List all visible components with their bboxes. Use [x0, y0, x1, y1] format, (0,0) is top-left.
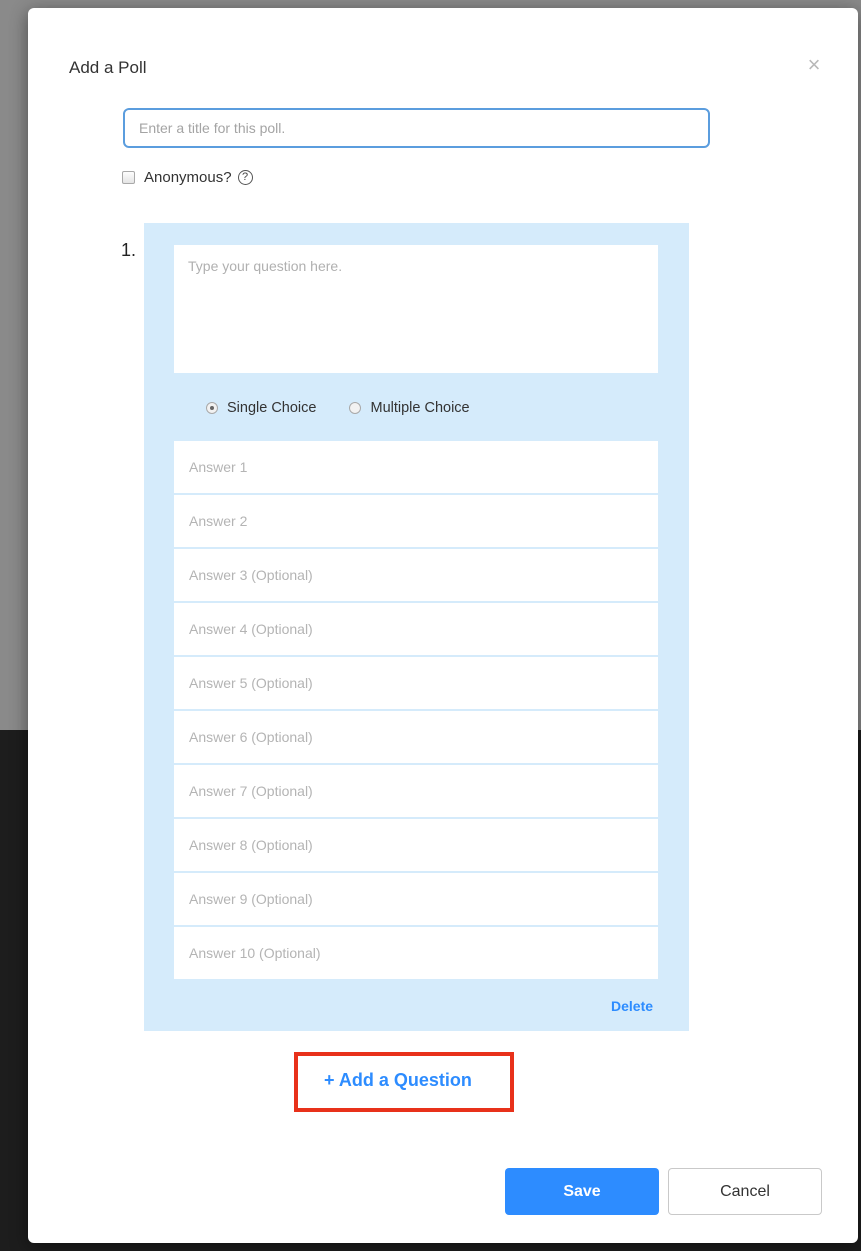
answer-input-6[interactable]: [174, 711, 658, 763]
answer-input-4[interactable]: [174, 603, 658, 655]
answer-input-5[interactable]: [174, 657, 658, 709]
close-icon[interactable]: ×: [802, 54, 826, 78]
answer-input-8[interactable]: [174, 819, 658, 871]
cancel-button[interactable]: Cancel: [668, 1168, 822, 1215]
delete-question-link[interactable]: Delete: [611, 998, 653, 1014]
poll-title-input[interactable]: [123, 108, 710, 148]
multiple-choice-radio[interactable]: [349, 402, 362, 414]
save-button[interactable]: Save: [505, 1168, 659, 1215]
answer-input-10[interactable]: [174, 927, 658, 979]
anonymous-checkbox[interactable]: [122, 170, 135, 184]
single-choice-label: Single Choice: [227, 400, 317, 416]
answer-input-1[interactable]: [174, 441, 658, 493]
choice-type-group: Single Choice Multiple Choice: [206, 397, 503, 419]
question-text-input[interactable]: [174, 245, 658, 373]
single-choice-option[interactable]: Single Choice: [206, 400, 316, 416]
answer-input-7[interactable]: [174, 765, 658, 817]
single-choice-radio[interactable]: [206, 402, 218, 414]
anonymous-label: Anonymous?: [144, 168, 232, 186]
anonymous-row: Anonymous? ?: [122, 166, 253, 188]
add-question-button[interactable]: + Add a Question: [324, 1070, 472, 1091]
multiple-choice-option[interactable]: Multiple Choice: [349, 400, 470, 416]
answer-input-2[interactable]: [174, 495, 658, 547]
dialog-title: Add a Poll: [69, 58, 147, 77]
answer-input-9[interactable]: [174, 873, 658, 925]
add-poll-dialog: Add a Poll × Anonymous? ? 1. Single Choi…: [28, 8, 858, 1243]
help-circle-icon[interactable]: ?: [237, 169, 253, 185]
multiple-choice-label: Multiple Choice: [370, 400, 470, 416]
answer-input-3[interactable]: [174, 549, 658, 601]
answer-list: [174, 441, 658, 981]
question-number: 1.: [121, 240, 137, 260]
question-panel: Single Choice Multiple Choice Delete: [144, 223, 689, 1031]
